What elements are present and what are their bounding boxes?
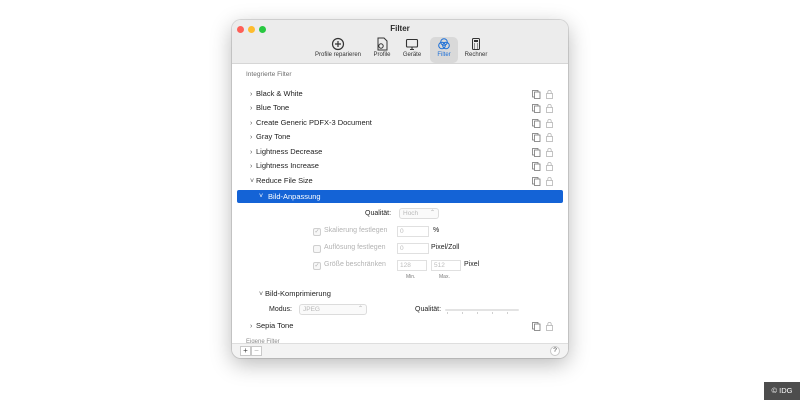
duplicate-icon[interactable] xyxy=(532,133,541,142)
qualitaet-value: Hoch xyxy=(403,210,419,217)
bild-anpassung-row[interactable]: ˅ Bild-Anpassung xyxy=(237,190,563,203)
calculator-icon xyxy=(472,38,480,50)
duplicate-icon[interactable] xyxy=(532,90,541,99)
filter-label: Lightness Decrease xyxy=(256,147,323,156)
row-actions xyxy=(532,146,556,158)
copyright-badge: © IDG xyxy=(764,382,800,400)
duplicate-icon[interactable] xyxy=(532,148,541,157)
toolbar-profile[interactable]: Profile xyxy=(369,37,395,63)
filter-row-lightness-increase[interactable]: › Lightness Increase xyxy=(250,160,319,172)
toolbar-rechner[interactable]: Rechner xyxy=(461,37,491,63)
qualitaet-slider[interactable] xyxy=(445,309,519,311)
filter-row-create-generic-pdfx3[interactable]: › Create Generic PDFX-3 Document xyxy=(250,117,372,129)
filter-window: Filter Profile reparieren Profile Geräte xyxy=(232,20,568,358)
modus-label: Modus: xyxy=(269,306,292,313)
modus-value: JPEG xyxy=(303,306,320,313)
lock-icon xyxy=(546,104,553,113)
duplicate-icon[interactable] xyxy=(532,177,541,186)
section-header-integrierte-filter: Integrierte Filter xyxy=(246,71,292,78)
display-icon xyxy=(405,38,419,51)
groesse-max-field[interactable]: 512 xyxy=(431,260,461,271)
lock-icon xyxy=(546,119,553,128)
remove-filter-button[interactable]: − xyxy=(251,346,262,356)
duplicate-icon[interactable] xyxy=(532,322,541,331)
filter-label: Black & White xyxy=(256,89,303,98)
row-actions xyxy=(532,117,556,129)
window-title: Filter xyxy=(390,24,410,33)
filter-label: Gray Tone xyxy=(256,132,291,141)
profile-document-icon xyxy=(377,37,388,51)
lock-icon xyxy=(546,177,553,186)
toolbar-profile-reparieren[interactable]: Profile reparieren xyxy=(310,37,366,63)
qualitaet-label: Qualität: xyxy=(365,210,392,217)
filter-label: Sepia Tone xyxy=(256,321,294,330)
min-caption: Min. xyxy=(406,274,416,280)
modus-popup[interactable]: JPEG ⌃ xyxy=(299,304,367,315)
duplicate-icon[interactable] xyxy=(532,104,541,113)
groesse-min-field[interactable]: 128 xyxy=(397,260,427,271)
toolbar-label: Profile reparieren xyxy=(314,52,362,58)
skalierung-checkbox[interactable]: ✓ xyxy=(313,228,321,236)
chevron-down-icon[interactable]: ˅ xyxy=(259,190,263,203)
groesse-unit: Pixel xyxy=(464,261,480,268)
plus-circle-icon xyxy=(331,37,345,51)
row-actions xyxy=(532,320,556,332)
toolbar-geraete[interactable]: Geräte xyxy=(399,37,425,63)
aufloesung-unit: Pixel/Zoll xyxy=(431,244,460,251)
row-actions xyxy=(532,88,556,100)
komprimierung-qualitaet-label: Qualität: xyxy=(415,306,442,313)
aufloesung-field[interactable]: 0 xyxy=(397,243,429,254)
max-caption: Max. xyxy=(439,274,450,280)
slider-tick xyxy=(507,312,508,314)
bottom-bar: + − ? xyxy=(232,343,568,358)
row-actions xyxy=(532,102,556,114)
add-filter-button[interactable]: + xyxy=(240,346,251,356)
filter-label: Reduce File Size xyxy=(256,176,313,185)
row-actions xyxy=(532,175,556,187)
filter-row-sepia-tone[interactable]: › Sepia Tone xyxy=(250,320,293,332)
toolbar-label: Profile xyxy=(373,52,391,58)
lock-icon xyxy=(546,133,553,142)
filter-row-black-white[interactable]: › Black & White xyxy=(250,88,303,100)
groesse-label: Größe beschränken xyxy=(324,261,386,268)
row-actions xyxy=(532,131,556,143)
slider-tick xyxy=(447,312,448,314)
toolbar-filter[interactable]: Filter xyxy=(430,37,458,63)
aufloesung-checkbox[interactable] xyxy=(313,245,321,253)
skalierung-unit: % xyxy=(433,227,440,234)
toolbar-label: Filter xyxy=(437,52,451,58)
lock-icon xyxy=(546,90,553,99)
color-filter-icon xyxy=(438,38,450,50)
help-button[interactable]: ? xyxy=(550,346,560,356)
lock-icon xyxy=(546,148,553,157)
slider-tick xyxy=(492,312,493,314)
titlebar: Filter Profile reparieren Profile Geräte xyxy=(232,20,568,64)
updown-chevron-icon: ⌃ xyxy=(357,306,363,312)
aufloesung-label: Auflösung festlegen xyxy=(324,244,386,251)
slider-tick xyxy=(477,312,478,314)
updown-chevron-icon: ⌃ xyxy=(429,210,435,216)
toolbar-label: Geräte xyxy=(402,52,422,58)
filter-row-blue-tone[interactable]: › Blue Tone xyxy=(250,102,289,114)
bild-komprimierung-row[interactable]: ˅ Bild-Komprimierung xyxy=(259,289,331,298)
lock-icon xyxy=(546,322,553,331)
filter-label: Create Generic PDFX-3 Document xyxy=(256,118,372,127)
filter-label: Blue Tone xyxy=(256,103,290,112)
skalierung-label: Skalierung festlegen xyxy=(324,227,388,234)
lock-icon xyxy=(546,162,553,171)
bild-anpassung-label: Bild-Anpassung xyxy=(268,192,321,201)
bild-komprimierung-label: Bild-Komprimierung xyxy=(265,289,331,298)
row-actions xyxy=(532,160,556,172)
duplicate-icon[interactable] xyxy=(532,162,541,171)
filter-row-reduce-file-size[interactable]: ˅ Reduce File Size xyxy=(250,175,313,187)
qualitaet-popup[interactable]: Hoch ⌃ xyxy=(399,208,439,219)
groesse-checkbox[interactable]: ✓ xyxy=(313,262,321,270)
duplicate-icon[interactable] xyxy=(532,119,541,128)
slider-tick xyxy=(462,312,463,314)
filter-row-gray-tone[interactable]: › Gray Tone xyxy=(250,131,290,143)
filter-row-lightness-decrease[interactable]: › Lightness Decrease xyxy=(250,146,322,158)
filter-label: Lightness Increase xyxy=(256,161,319,170)
skalierung-field[interactable]: 0 xyxy=(397,226,429,237)
toolbar-label: Rechner xyxy=(464,52,488,58)
